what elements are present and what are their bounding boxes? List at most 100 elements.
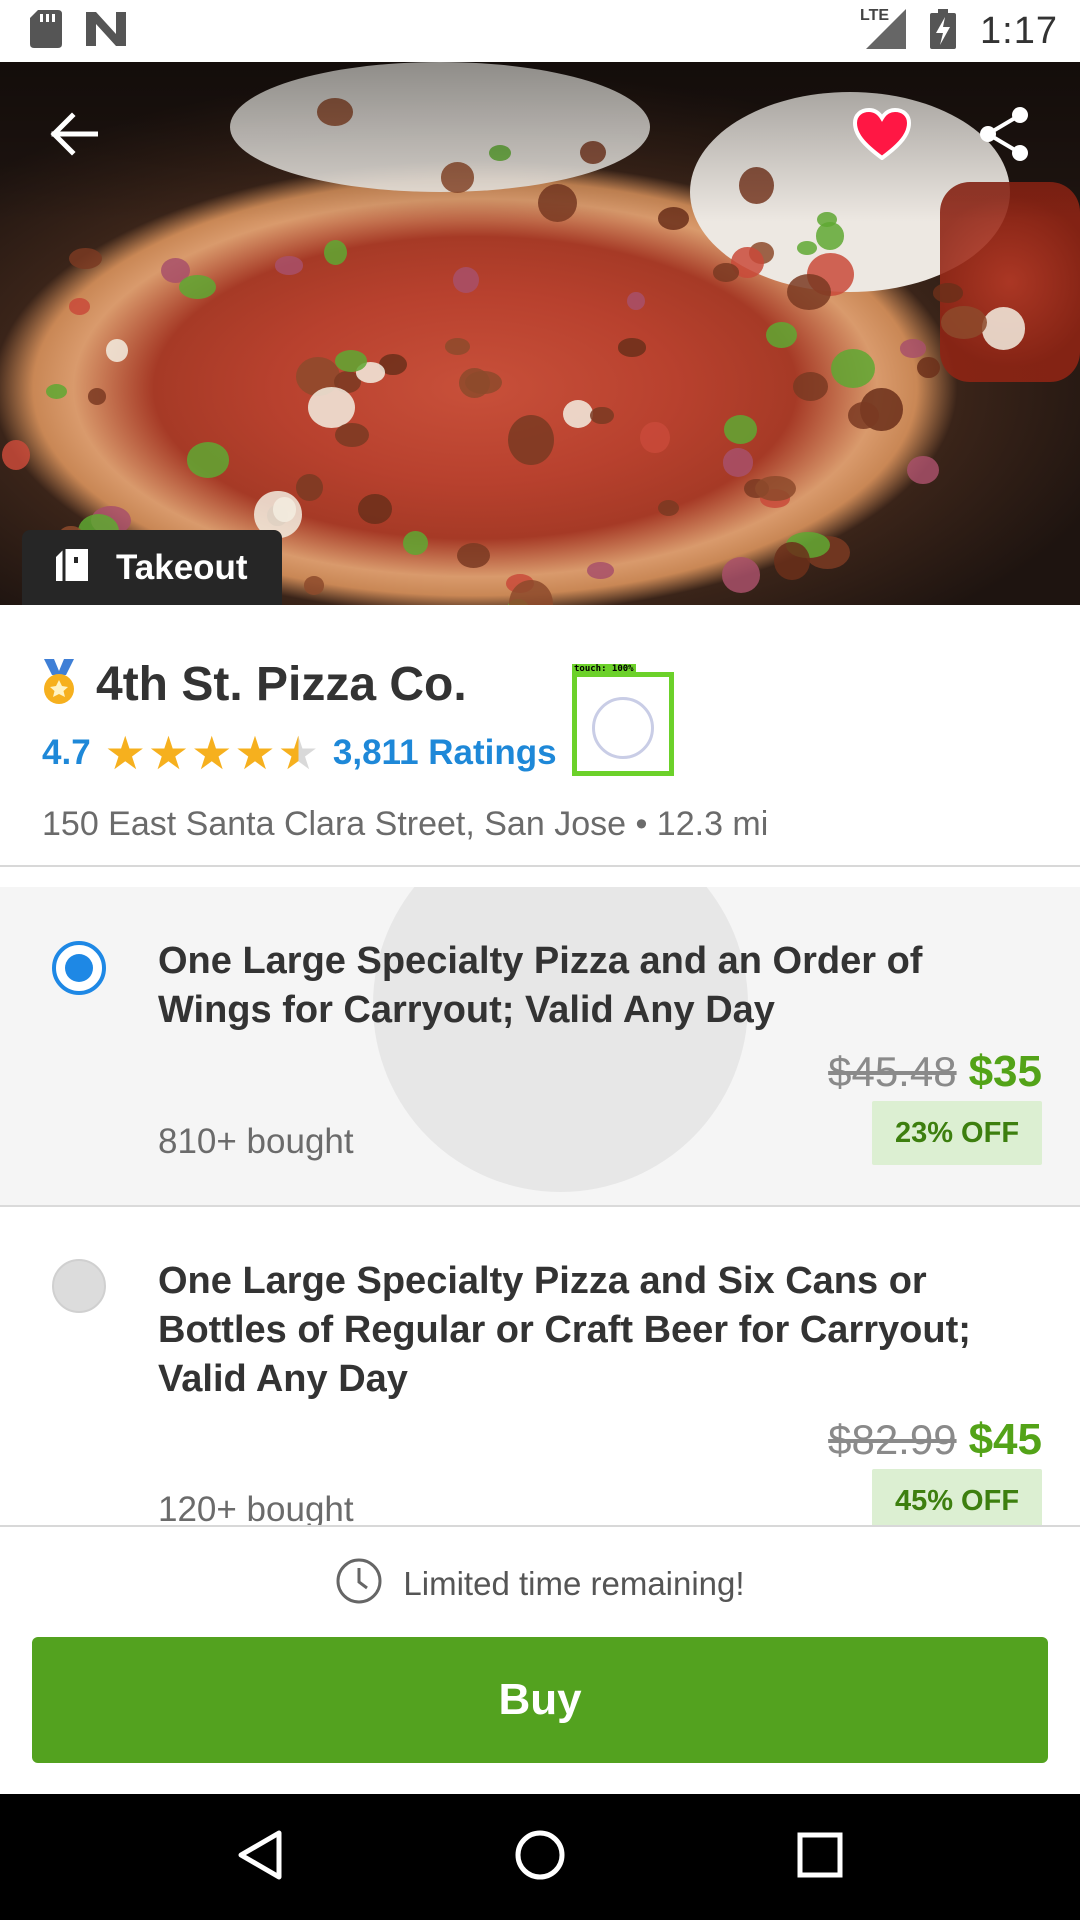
ratings-count-link[interactable]: 3,811 Ratings xyxy=(333,733,557,773)
topping xyxy=(68,297,91,316)
bought-count: 810+ bought xyxy=(158,1122,354,1161)
topping xyxy=(932,283,964,303)
n-notification-icon xyxy=(86,11,126,51)
radio-unselected[interactable] xyxy=(52,1259,106,1313)
topping xyxy=(713,263,739,282)
topping xyxy=(334,349,367,372)
option-title: One Large Specialty Pizza and an Order o… xyxy=(158,940,923,1031)
topping xyxy=(722,447,754,477)
topping xyxy=(303,576,324,595)
topping xyxy=(981,306,1026,350)
merchant-info: 4th St. Pizza Co. 4.7 ★ ★ ★ ★ ★ 3,811 Ra… xyxy=(0,605,1080,867)
network-label: LTE xyxy=(860,6,890,24)
topping xyxy=(830,348,875,389)
topping xyxy=(617,338,647,357)
topping xyxy=(766,322,798,349)
option-title: One Large Specialty Pizza and Six Cans o… xyxy=(158,1260,971,1400)
topping xyxy=(774,541,811,581)
nav-back-button[interactable] xyxy=(210,1807,310,1907)
topping xyxy=(755,475,796,502)
topping xyxy=(627,291,646,311)
takeout-label: Takeout xyxy=(116,547,248,587)
topping xyxy=(900,339,926,358)
rating-row[interactable]: 4.7 ★ ★ ★ ★ ★ 3,811 Ratings xyxy=(42,730,557,776)
share-button[interactable] xyxy=(964,96,1044,176)
star-icon: ★ xyxy=(104,727,146,779)
topping xyxy=(274,256,304,275)
topping xyxy=(640,422,670,454)
topping xyxy=(815,222,845,250)
sd-card-icon xyxy=(30,9,62,53)
topping xyxy=(45,383,68,400)
topping xyxy=(917,357,941,379)
topping xyxy=(562,399,594,429)
topping xyxy=(402,531,428,556)
purchase-footer: Limited time remaining! Buy xyxy=(0,1525,1080,1794)
back-triangle-icon xyxy=(237,1829,283,1886)
topping xyxy=(87,388,107,405)
deal-option[interactable]: One Large Specialty Pizza and an Order o… xyxy=(0,887,1080,1205)
topping xyxy=(186,442,230,478)
topping xyxy=(445,338,471,355)
topping xyxy=(586,561,615,579)
buy-button[interactable]: Buy xyxy=(32,1637,1048,1763)
nav-recents-button[interactable] xyxy=(770,1807,870,1907)
topping xyxy=(456,542,491,569)
touch-indicator xyxy=(592,697,654,759)
topping xyxy=(68,247,102,270)
topping xyxy=(657,499,680,516)
original-price: $82.99 xyxy=(828,1416,957,1463)
back-button[interactable] xyxy=(34,96,114,176)
topping xyxy=(1,440,30,471)
radio-selected[interactable] xyxy=(52,941,106,995)
deal-price: $35 xyxy=(968,1047,1042,1096)
deal-options-list: One Large Specialty Pizza and an Order o… xyxy=(0,887,1080,1525)
hero-image xyxy=(0,62,1080,605)
arrow-left-icon xyxy=(50,111,99,161)
rating-value: 4.7 xyxy=(42,733,91,772)
share-icon xyxy=(978,106,1030,167)
topping xyxy=(941,305,988,339)
discount-badge: 45% OFF xyxy=(872,1469,1042,1525)
topping xyxy=(458,367,491,398)
star-icon: ★ xyxy=(191,727,233,779)
topping xyxy=(358,493,393,524)
merchant-name: 4th St. Pizza Co. xyxy=(96,658,467,711)
topping xyxy=(106,339,128,362)
deal-option[interactable]: One Large Specialty Pizza and Six Cans o… xyxy=(0,1207,1080,1525)
star-icon: ★ xyxy=(234,727,276,779)
topping xyxy=(792,371,829,401)
heart-icon xyxy=(852,107,912,165)
topping xyxy=(335,422,369,447)
topping xyxy=(295,474,323,502)
signal-icon: LTE xyxy=(860,7,907,54)
topping xyxy=(308,386,356,428)
takeout-badge: Takeout xyxy=(22,530,282,605)
limited-time-notice: Limited time remaining! xyxy=(0,1557,1080,1610)
system-nav-bar xyxy=(0,1794,1080,1920)
status-bar: LTE 1:17 xyxy=(0,0,1080,62)
discount-badge: 23% OFF xyxy=(872,1101,1042,1165)
bought-count: 120+ bought xyxy=(158,1490,354,1525)
topping xyxy=(906,455,939,484)
topping xyxy=(721,556,761,593)
recents-square-icon xyxy=(797,1832,843,1883)
deal-price: $45 xyxy=(968,1415,1042,1464)
star-icon: ★ xyxy=(147,727,190,779)
clock-time: 1:17 xyxy=(980,9,1058,52)
clock-icon xyxy=(335,1557,383,1610)
nav-home-button[interactable] xyxy=(490,1807,590,1907)
half-star-icon: ★ xyxy=(277,727,319,779)
topping xyxy=(323,239,347,265)
touch-ripple xyxy=(373,887,748,1192)
topping xyxy=(724,415,758,444)
original-price: $45.48 xyxy=(828,1048,957,1095)
topping xyxy=(787,274,832,311)
limited-time-text: Limited time remaining! xyxy=(403,1564,745,1602)
topping xyxy=(179,275,216,299)
merchant-address: 150 East Santa Clara Street, San Jose • … xyxy=(42,805,769,843)
battery-charging-icon xyxy=(930,8,957,54)
topping xyxy=(453,267,480,294)
favorite-button[interactable] xyxy=(842,96,922,176)
takeout-bag-icon xyxy=(54,547,90,588)
